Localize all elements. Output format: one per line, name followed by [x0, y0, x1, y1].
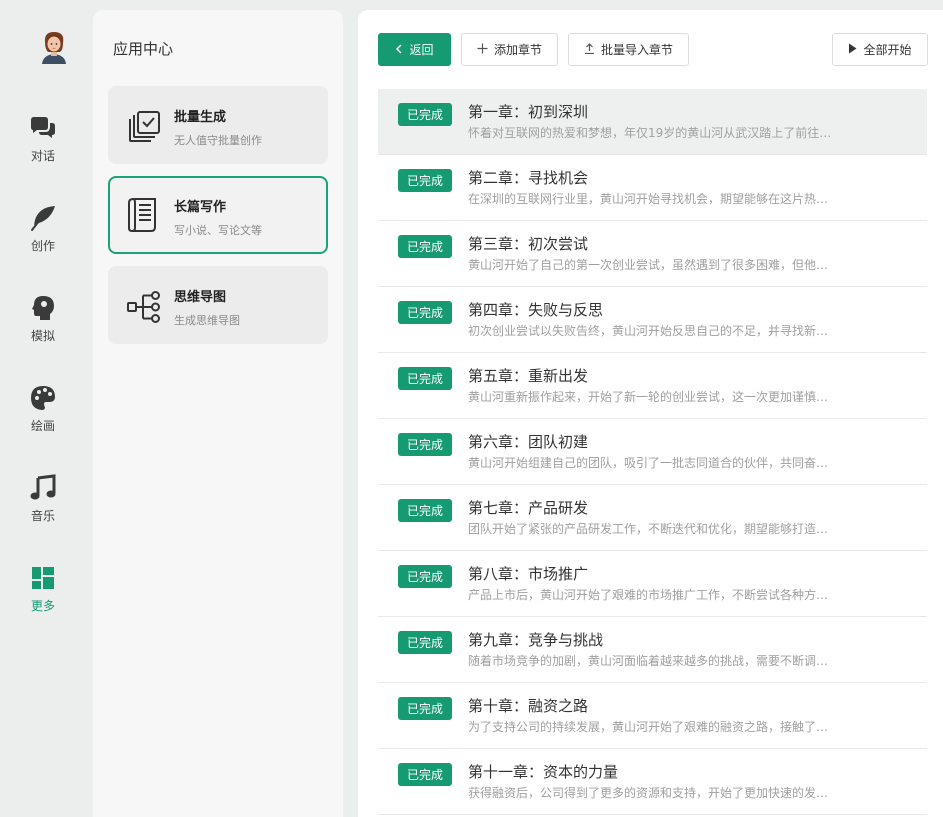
back-button-label: 返回 — [409, 43, 434, 57]
rail-item-label: 创作 — [30, 239, 55, 253]
app-center-panel: 应用中心 批量生成 无人值守批量创作 长篇写作 写小说、写论文等 思维导图 生成… — [93, 10, 343, 817]
app-card-mind-map[interactable]: 思维导图 生成思维导图 — [108, 266, 328, 344]
app-card-batch[interactable]: 批量生成 无人值守批量创作 — [108, 86, 328, 164]
rail-item-label: 对话 — [30, 149, 55, 163]
rail-item-chat[interactable]: 对话 — [0, 114, 86, 184]
upload-icon — [584, 42, 595, 57]
status-badge: 已完成 — [398, 499, 452, 522]
chapter-title: 第十章：融资之路 — [468, 697, 589, 715]
status-badge: 已完成 — [398, 169, 452, 192]
status-badge: 已完成 — [398, 301, 452, 324]
chapter-title: 第三章：初次尝试 — [468, 235, 589, 253]
chapter-desc: 怀着对互联网的热爱和梦想，年仅19岁的黄山河从武汉踏上了前往深圳的列车，开始了他… — [468, 126, 836, 140]
chapter-title: 第六章：团队初建 — [468, 433, 589, 451]
app-card-long-writing[interactable]: 长篇写作 写小说、写论文等 — [108, 176, 328, 254]
chapter-row[interactable]: 已完成 第九章：竞争与挑战 随着市场竞争的加剧，黄山河面临着越来越多的挑战，需要… — [378, 617, 927, 683]
batch-check-icon — [125, 108, 163, 146]
chapter-desc: 产品上市后，黄山河开始了艰难的市场推广工作，不断尝试各种方法吸引用户。 — [468, 588, 836, 602]
plus-icon — [477, 43, 488, 57]
chapter-row[interactable]: 已完成 第四章：失败与反思 初次创业尝试以失败告终，黄山河开始反思自己的不足，并… — [378, 287, 927, 353]
chapter-title: 第九章：竞争与挑战 — [468, 631, 604, 649]
add-chapter-label: 添加章节 — [493, 43, 542, 57]
chapter-title: 第五章：重新出发 — [468, 367, 589, 385]
rail-item-label: 更多 — [30, 599, 55, 613]
start-all-label: 全部开始 — [863, 43, 912, 57]
chapter-row[interactable]: 已完成 第五章：重新出发 黄山河重新振作起来，开始了新一轮的创业尝试，这一次更加… — [378, 353, 927, 419]
chapter-title: 第十一章：资本的力量 — [468, 763, 619, 781]
status-badge: 已完成 — [398, 235, 452, 258]
scroll-document-icon — [123, 196, 161, 234]
chevron-left-icon — [395, 43, 403, 57]
play-icon — [848, 43, 857, 57]
app-card-title: 批量生成 — [174, 110, 227, 125]
user-avatar[interactable] — [38, 30, 70, 64]
app-card-subtitle: 生成思维导图 — [174, 314, 240, 327]
chapter-title: 第一章：初到深圳 — [468, 103, 589, 121]
head-profile-icon — [29, 294, 57, 322]
rail-item-label: 音乐 — [30, 509, 55, 523]
back-button[interactable]: 返回 — [378, 33, 451, 66]
chapter-title: 第四章：失败与反思 — [468, 301, 604, 319]
chapter-row[interactable]: 已完成 第十一章：资本的力量 获得融资后，公司得到了更多的资源和支持，开始了更加… — [378, 749, 927, 815]
chapter-desc: 为了支持公司的持续发展，黄山河开始了艰难的融资之路，接触了众多投资人。 — [468, 720, 836, 734]
status-badge: 已完成 — [398, 433, 452, 456]
batch-import-button[interactable]: 批量导入章节 — [568, 33, 689, 66]
chapter-desc: 随着市场竞争的加剧，黄山河面临着越来越多的挑战，需要不断调整策略。 — [468, 654, 836, 668]
chapter-desc: 获得融资后，公司得到了更多的资源和支持，开始了更加快速的发展。 — [468, 786, 836, 800]
chapter-title: 第二章：寻找机会 — [468, 169, 589, 187]
chapter-row[interactable]: 已完成 第二章：寻找机会 在深圳的互联网行业里，黄山河开始寻找机会，期望能够在这… — [378, 155, 927, 221]
chat-bubbles-icon — [29, 114, 57, 142]
batch-import-label: 批量导入章节 — [600, 43, 673, 57]
feather-icon — [29, 204, 57, 232]
chapter-list-area: 返回 添加章节 批量导入章节 全部开始 已完成 第一章：初到深圳 怀着对互联网的… — [358, 10, 943, 817]
chapter-list: 已完成 第一章：初到深圳 怀着对互联网的热爱和梦想，年仅19岁的黄山河从武汉踏上… — [378, 89, 927, 815]
chapter-desc: 团队开始了紧张的产品研发工作，不断迭代和优化，期望能够打造出优秀的产品。 — [468, 522, 836, 536]
panel-title: 应用中心 — [113, 40, 174, 58]
music-note-icon — [29, 474, 57, 502]
rail-item-paint[interactable]: 绘画 — [0, 384, 86, 454]
app-card-title: 长篇写作 — [174, 200, 227, 215]
app-card-subtitle: 无人值守批量创作 — [174, 134, 262, 147]
grid-icon — [29, 564, 57, 592]
status-badge: 已完成 — [398, 103, 452, 126]
status-badge: 已完成 — [398, 763, 452, 786]
chapter-title: 第七章：产品研发 — [468, 499, 589, 517]
status-badge: 已完成 — [398, 697, 452, 720]
app-card-subtitle: 写小说、写论文等 — [174, 224, 262, 237]
add-chapter-button[interactable]: 添加章节 — [461, 33, 558, 66]
chapter-desc: 黄山河开始组建自己的团队，吸引了一批志同道合的伙伴，共同奋斗。 — [468, 456, 836, 470]
chapter-row[interactable]: 已完成 第十章：融资之路 为了支持公司的持续发展，黄山河开始了艰难的融资之路，接… — [378, 683, 927, 749]
rail-item-create[interactable]: 创作 — [0, 204, 86, 274]
chapter-row[interactable]: 已完成 第三章：初次尝试 黄山河开始了自己的第一次创业尝试，虽然遇到了很多困难，… — [378, 221, 927, 287]
chapter-title: 第八章：市场推广 — [468, 565, 589, 583]
rail-item-music[interactable]: 音乐 — [0, 474, 86, 544]
rail-item-simulate[interactable]: 模拟 — [0, 294, 86, 364]
left-rail: 对话 创作 模拟 绘画 音乐 更多 — [0, 0, 86, 817]
rail-item-more[interactable]: 更多 — [0, 564, 86, 634]
start-all-button[interactable]: 全部开始 — [832, 33, 928, 66]
status-badge: 已完成 — [398, 367, 452, 390]
rail-item-label: 绘画 — [30, 419, 55, 433]
chapter-desc: 在深圳的互联网行业里，黄山河开始寻找机会，期望能够在这片热土上找到属于自己的位置… — [468, 192, 836, 206]
palette-icon — [29, 384, 57, 412]
chapter-desc: 初次创业尝试以失败告终，黄山河开始反思自己的不足，并寻找新的方向。 — [468, 324, 836, 338]
chapter-row[interactable]: 已完成 第六章：团队初建 黄山河开始组建自己的团队，吸引了一批志同道合的伙伴，共… — [378, 419, 927, 485]
chapter-row[interactable]: 已完成 第八章：市场推广 产品上市后，黄山河开始了艰难的市场推广工作，不断尝试各… — [378, 551, 927, 617]
chapter-desc: 黄山河重新振作起来，开始了新一轮的创业尝试，这一次更加谨慎和周全。 — [468, 390, 836, 404]
mind-map-icon — [125, 288, 163, 326]
app-card-title: 思维导图 — [174, 290, 227, 305]
status-badge: 已完成 — [398, 565, 452, 588]
status-badge: 已完成 — [398, 631, 452, 654]
chapter-desc: 黄山河开始了自己的第一次创业尝试，虽然遇到了很多困难，但他并没有放弃。 — [468, 258, 836, 272]
rail-item-label: 模拟 — [30, 329, 55, 343]
chapter-row[interactable]: 已完成 第七章：产品研发 团队开始了紧张的产品研发工作，不断迭代和优化，期望能够… — [378, 485, 927, 551]
chapter-row[interactable]: 已完成 第一章：初到深圳 怀着对互联网的热爱和梦想，年仅19岁的黄山河从武汉踏上… — [378, 89, 927, 155]
